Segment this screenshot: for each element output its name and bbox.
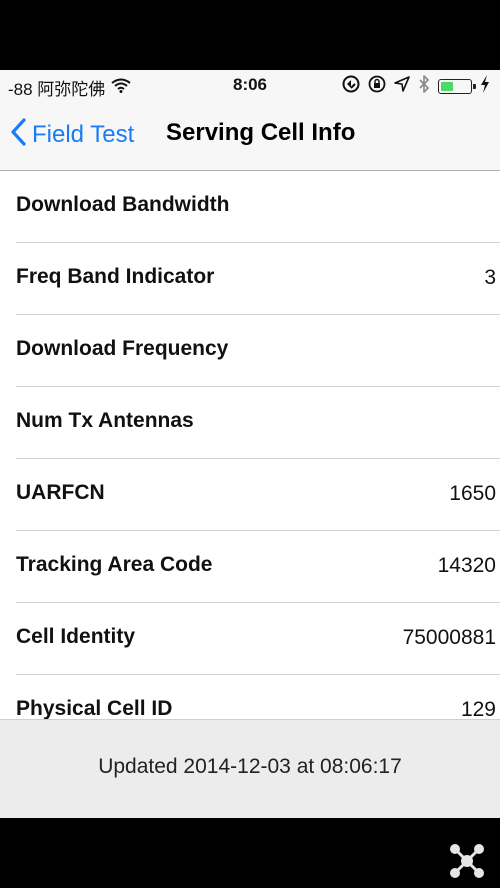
charging-icon bbox=[480, 75, 490, 98]
row-value: 3 bbox=[484, 266, 496, 289]
chevron-left-icon bbox=[10, 118, 26, 151]
battery-icon bbox=[438, 79, 476, 94]
page-title: Serving Cell Info bbox=[166, 119, 356, 146]
list-item[interactable]: Cell Identity 75000881 bbox=[0, 603, 500, 675]
status-right bbox=[342, 75, 490, 98]
bottom-letterbox bbox=[0, 818, 500, 888]
row-value: 14320 bbox=[437, 554, 496, 577]
rotation-lock-icon bbox=[368, 75, 386, 98]
location-icon bbox=[394, 76, 410, 97]
row-label: Tracking Area Code bbox=[16, 553, 213, 576]
battery-nub bbox=[473, 84, 476, 89]
watermark-logo-icon bbox=[450, 844, 484, 878]
status-bar: -88 阿弥陀佛 8:06 bbox=[0, 70, 500, 100]
navigation-bar: Field Test Serving Cell Info bbox=[0, 100, 500, 171]
list-item[interactable]: Tracking Area Code 14320 bbox=[0, 531, 500, 603]
back-button[interactable]: Field Test bbox=[10, 118, 134, 151]
row-value: 75000881 bbox=[402, 626, 496, 649]
list-item[interactable]: Download Bandwidth bbox=[0, 171, 500, 243]
updated-timestamp: Updated 2014-12-03 at 08:06:17 bbox=[98, 755, 402, 778]
list-item[interactable]: Download Frequency bbox=[0, 315, 500, 387]
row-label: Num Tx Antennas bbox=[16, 409, 194, 432]
row-label: Download Bandwidth bbox=[16, 193, 230, 216]
sync-icon bbox=[342, 75, 360, 98]
list-item[interactable]: UARFCN 1650 bbox=[0, 459, 500, 531]
back-button-label: Field Test bbox=[32, 120, 135, 148]
list-item[interactable]: Num Tx Antennas bbox=[0, 387, 500, 459]
row-value: 1650 bbox=[449, 482, 496, 505]
row-label: Physical Cell ID bbox=[16, 697, 173, 720]
cell-info-list: Download Bandwidth Freq Band Indicator 3… bbox=[0, 171, 500, 747]
top-letterbox bbox=[0, 0, 500, 70]
row-label: UARFCN bbox=[16, 481, 105, 504]
phone-screen: -88 阿弥陀佛 8:06 Field Test Serving Cell In… bbox=[0, 70, 500, 818]
update-footer: Updated 2014-12-03 at 08:06:17 bbox=[0, 719, 500, 818]
list-item[interactable]: Freq Band Indicator 3 bbox=[0, 243, 500, 315]
battery-level-fill bbox=[441, 82, 454, 91]
bluetooth-icon bbox=[418, 75, 430, 98]
row-label: Freq Band Indicator bbox=[16, 265, 215, 288]
row-label: Download Frequency bbox=[16, 337, 229, 360]
row-label: Cell Identity bbox=[16, 625, 136, 648]
